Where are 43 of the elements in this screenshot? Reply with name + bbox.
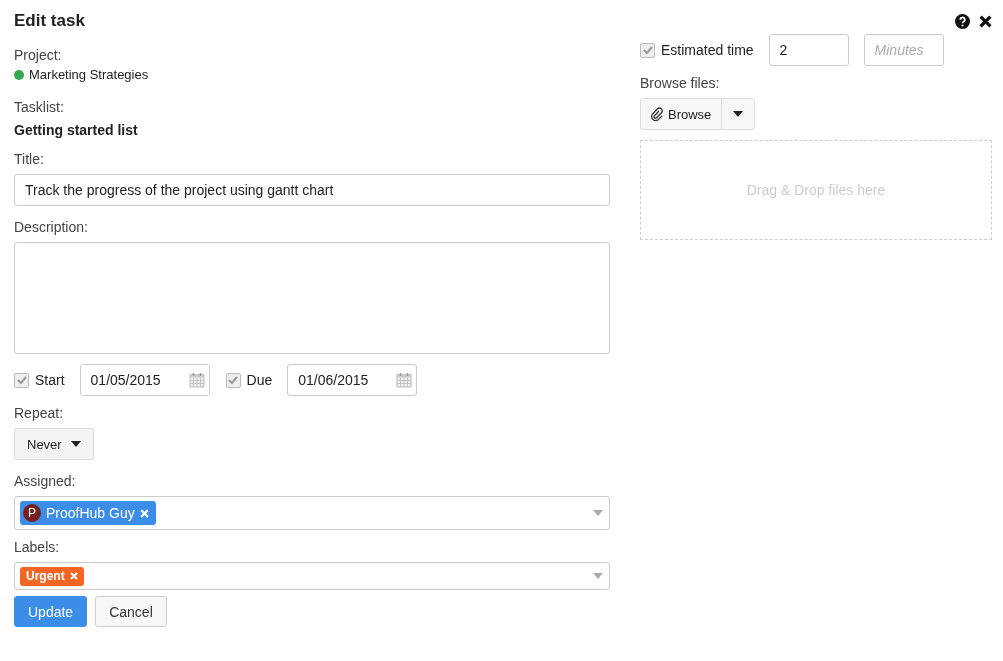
field-label: Tasklist: — [14, 98, 64, 116]
field-label: Labels: — [14, 538, 60, 556]
checkbox-label: Estimated time — [661, 42, 754, 58]
field-label: Project: — [14, 46, 62, 64]
time-field[interactable]: 2 — [768, 34, 849, 66]
project-name: Marketing Strategies — [29, 67, 149, 82]
dialog-title: Edit task — [14, 11, 85, 31]
field-label: Repeat: — [14, 404, 64, 422]
title-field[interactable]: Track the progress of the project using gantt chart — [14, 174, 610, 206]
date-field[interactable]: 01/05/2015 — [79, 364, 210, 396]
calendar-icon[interactable] — [188, 372, 205, 388]
browse-button[interactable]: Browse — [640, 98, 722, 130]
field-label: Description: — [14, 218, 88, 236]
close-icon[interactable] — [979, 14, 992, 28]
field-label: Assigned: — [14, 472, 76, 490]
checkbox[interactable] — [640, 42, 655, 58]
field-label: Browse files: — [640, 74, 720, 92]
paperclip-icon — [651, 107, 663, 121]
remove-icon[interactable] — [139, 508, 149, 518]
remove-icon[interactable] — [69, 572, 78, 580]
tag-name: Urgent — [26, 569, 65, 583]
checkbox[interactable] — [14, 372, 29, 388]
caret-icon — [70, 441, 81, 447]
caret-icon[interactable] — [593, 573, 603, 579]
repeat-dropdown[interactable]: Never — [14, 428, 94, 460]
unit-field[interactable]: Minutes — [863, 34, 944, 66]
calendar-icon[interactable] — [396, 372, 413, 388]
caret-icon[interactable] — [593, 510, 603, 516]
dropdown-button[interactable] — [721, 98, 756, 130]
date-field[interactable]: 01/06/2015 — [287, 364, 418, 396]
checkbox-label: Due — [246, 372, 273, 388]
avatar: P — [23, 504, 41, 522]
help-icon[interactable] — [955, 13, 970, 29]
checkbox[interactable] — [225, 372, 241, 388]
tasklist-name: Getting started list — [14, 122, 138, 138]
description-field[interactable] — [14, 242, 610, 354]
cancel-button[interactable]: Cancel — [95, 596, 167, 627]
assignee-chip[interactable]: P ProofHub Guy — [20, 501, 156, 525]
checkbox-label: Start — [35, 372, 65, 388]
caret-icon — [733, 111, 744, 117]
field-label: Title: — [14, 150, 44, 168]
assignee-name: ProofHub Guy — [46, 505, 135, 521]
assignee-select[interactable]: P ProofHub Guy — [14, 496, 610, 530]
